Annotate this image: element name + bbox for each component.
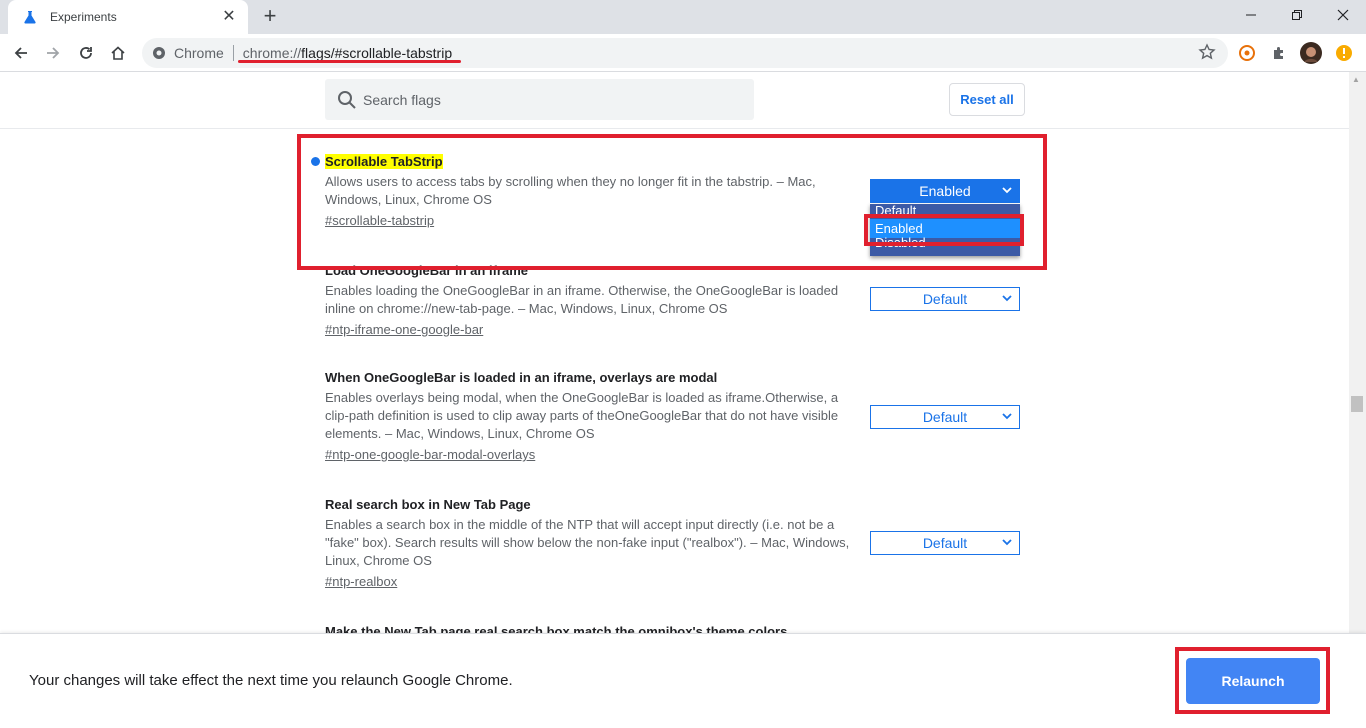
- url-annotation-underline: [238, 60, 461, 63]
- flask-icon: [22, 9, 38, 25]
- home-icon[interactable]: [105, 40, 131, 66]
- experiment-select-ntp-iframe[interactable]: Default: [870, 287, 1020, 311]
- relaunch-message: Your changes will take effect the next t…: [29, 672, 513, 689]
- tab-experiments[interactable]: Experiments ✕: [8, 0, 248, 34]
- search-icon: [338, 90, 356, 109]
- dropdown-option-disabled[interactable]: Disabled: [870, 236, 1020, 252]
- experiment-link[interactable]: #ntp-one-google-bar-modal-overlays: [325, 446, 535, 464]
- chevron-down-icon: [1002, 413, 1012, 420]
- experiment-ntp-iframe-one-google-bar: Load OneGoogleBar in an iframe Enables l…: [325, 262, 865, 339]
- experiment-select-scrollable-tabstrip[interactable]: Enabled: [870, 179, 1020, 203]
- back-icon[interactable]: [8, 40, 34, 66]
- restore-icon[interactable]: [1274, 0, 1320, 30]
- forward-icon[interactable]: [40, 40, 66, 66]
- close-window-icon[interactable]: [1320, 0, 1366, 30]
- bookmark-star-icon[interactable]: [1198, 43, 1218, 63]
- experiment-description: Enables loading the OneGoogleBar in an i…: [325, 283, 839, 316]
- address-bar[interactable]: Chrome chrome://flags/#scrollable-tabstr…: [142, 38, 1228, 68]
- extension-orange-icon[interactable]: [1236, 42, 1258, 64]
- tab-strip: Experiments ✕ +: [0, 0, 1366, 34]
- page-scrollbar[interactable]: [1349, 72, 1366, 633]
- chevron-down-icon: [1002, 187, 1012, 194]
- puzzle-icon[interactable]: [1268, 42, 1290, 64]
- divider: [232, 45, 234, 61]
- experiment-description: Allows users to access tabs by scrolling…: [325, 174, 816, 207]
- new-tab-button[interactable]: +: [258, 4, 282, 28]
- chrome-icon: [153, 47, 165, 59]
- search-input[interactable]: [363, 91, 723, 108]
- scroll-up-icon[interactable]: ▲: [1352, 75, 1360, 84]
- experiment-scrollable-tabstrip: Scrollable TabStrip Allows users to acce…: [325, 153, 865, 230]
- experiment-link[interactable]: #ntp-realbox: [325, 573, 397, 591]
- experiment-link[interactable]: #ntp-iframe-one-google-bar: [325, 321, 483, 339]
- avatar[interactable]: [1300, 42, 1322, 64]
- experiment-ntp-realbox: Real search box in New Tab Page Enables …: [325, 496, 865, 591]
- experiment-title: When OneGoogleBar is loaded in an iframe…: [325, 370, 718, 385]
- url-text[interactable]: chrome://flags/#scrollable-tabstrip: [243, 45, 452, 61]
- close-tab-icon[interactable]: ✕: [220, 8, 238, 26]
- search-box[interactable]: [325, 79, 754, 120]
- reload-icon[interactable]: [73, 40, 99, 66]
- dropdown-option-default[interactable]: Default: [870, 204, 1020, 219]
- experiment-description: Enables overlays being modal, when the O…: [325, 390, 839, 441]
- experiment-title: Real search box in New Tab Page: [325, 497, 531, 512]
- select-dropdown-list: Default Enabled Disabled: [870, 204, 1020, 256]
- relaunch-button[interactable]: Relaunch: [1186, 658, 1320, 704]
- scroll-thumb[interactable]: [1351, 396, 1363, 412]
- experiment-select-ntp-realbox[interactable]: Default: [870, 531, 1020, 555]
- alert-icon[interactable]: [1333, 42, 1355, 64]
- minimize-icon[interactable]: [1228, 0, 1274, 30]
- chevron-down-icon: [1002, 295, 1012, 302]
- chevron-down-icon: [1002, 539, 1012, 546]
- tab-title: Experiments: [50, 10, 117, 24]
- modified-indicator-dot: [311, 157, 320, 166]
- reset-all-button[interactable]: Reset all: [949, 83, 1025, 116]
- experiment-title: Scrollable TabStrip: [325, 154, 443, 169]
- experiment-link[interactable]: #scrollable-tabstrip: [325, 212, 434, 230]
- experiment-select-modal-overlays[interactable]: Default: [870, 405, 1020, 429]
- experiment-ntp-one-google-bar-modal-overlays: When OneGoogleBar is loaded in an iframe…: [325, 369, 865, 464]
- site-label: Chrome: [174, 45, 224, 61]
- experiment-title: Load OneGoogleBar in an iframe: [325, 263, 528, 278]
- experiment-description: Enables a search box in the middle of th…: [325, 517, 850, 568]
